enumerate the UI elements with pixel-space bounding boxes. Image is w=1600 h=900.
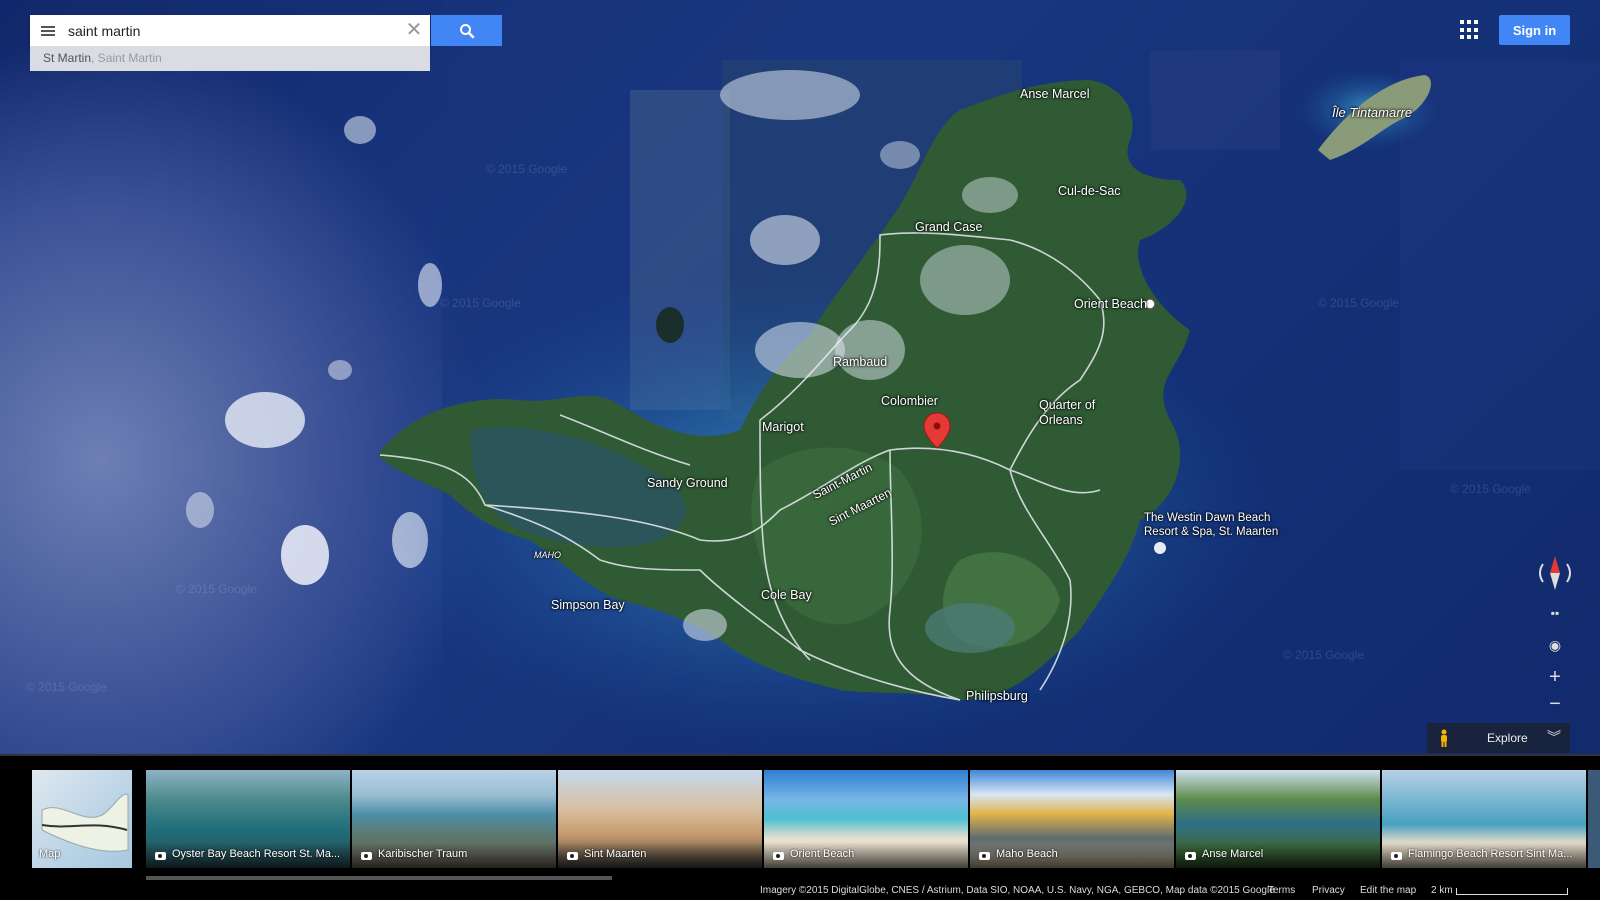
- filmstrip-label: Orient Beach: [790, 848, 855, 860]
- camera-icon: [155, 852, 166, 860]
- watermark: © 2015 Google: [1318, 296, 1399, 310]
- label-cole-bay[interactable]: Cole Bay: [761, 588, 812, 602]
- search-box: ✕: [30, 15, 430, 46]
- camera-icon: [773, 852, 784, 860]
- chevron-double-down-icon[interactable]: ︾: [1547, 727, 1561, 747]
- terms-link[interactable]: Terms: [1268, 885, 1295, 896]
- label-rambaud[interactable]: Rambaud: [833, 355, 887, 369]
- scale-label: 2 km: [1431, 885, 1453, 896]
- filmstrip-label: Map: [39, 848, 61, 860]
- filmstrip-label: Karibischer Traum: [378, 848, 468, 860]
- watermark: © 2015 Google: [26, 680, 107, 694]
- watermark: © 2015 Google: [1450, 482, 1531, 496]
- watermark: © 2015 Google: [176, 582, 257, 596]
- filmstrip-item-photo[interactable]: Karibischer Traum: [352, 770, 556, 868]
- label-simpson-bay[interactable]: Simpson Bay: [551, 598, 625, 612]
- filmstrip-item-photo[interactable]: [1588, 770, 1600, 868]
- apps-grid-icon[interactable]: [1460, 20, 1480, 40]
- watermark: © 2015 Google: [440, 296, 521, 310]
- label-cul-de-sac[interactable]: Cul-de-Sac: [1058, 184, 1121, 198]
- label-grand-case[interactable]: Grand Case: [915, 220, 982, 234]
- label-marigot[interactable]: Marigot: [762, 420, 804, 434]
- search-input[interactable]: [66, 16, 398, 45]
- footer: Imagery ©2015 DigitalGlobe, CNES / Astri…: [0, 882, 1600, 900]
- photo-filmstrip: Map Oyster Bay Beach Resort St. Ma... Ka…: [0, 754, 1600, 900]
- filmstrip-label: Oyster Bay Beach Resort St. Ma...: [172, 848, 341, 860]
- label-maho[interactable]: MAHO: [534, 550, 561, 560]
- filmstrip-scrollbar[interactable]: [146, 876, 612, 880]
- camera-icon: [1185, 852, 1196, 860]
- filmstrip-label: Sint Maarten: [584, 848, 647, 860]
- camera-icon: [979, 852, 990, 860]
- label-westin[interactable]: The Westin Dawn Beach Resort & Spa, St. …: [1144, 511, 1294, 539]
- label-quarter-of-orleans[interactable]: Quarter of Orleans: [1039, 398, 1109, 428]
- my-location-icon[interactable]: ◉: [1540, 632, 1570, 658]
- explore-bar[interactable]: Explore ︾: [1427, 723, 1570, 753]
- filmstrip-label: Maho Beach: [996, 848, 1058, 860]
- search-icon: [459, 23, 474, 38]
- zoom-out-button[interactable]: −: [1540, 692, 1570, 718]
- filmstrip-item-photo[interactable]: Sint Maarten: [558, 770, 762, 868]
- privacy-link[interactable]: Privacy: [1312, 885, 1345, 896]
- label-orient-beach[interactable]: Orient Beach: [1074, 297, 1147, 311]
- filmstrip-item-photo[interactable]: Flamingo Beach Resort Sint Ma...: [1382, 770, 1586, 868]
- filmstrip-label: Flamingo Beach Resort Sint Ma...: [1408, 848, 1573, 860]
- sign-in-button[interactable]: Sign in: [1499, 15, 1570, 45]
- layers-icon[interactable]: ▪▪: [1540, 600, 1570, 626]
- filmstrip-item-photo[interactable]: Maho Beach: [970, 770, 1174, 868]
- label-sandy-ground[interactable]: Sandy Ground: [647, 476, 728, 490]
- label-anse-marcel[interactable]: Anse Marcel: [1020, 87, 1089, 101]
- suggestion-main: St Martin: [43, 51, 92, 65]
- compass-icon[interactable]: [1535, 552, 1575, 592]
- suggestion-sub: , Saint Martin: [91, 51, 162, 65]
- zoom-in-button[interactable]: +: [1540, 664, 1570, 690]
- menu-icon[interactable]: [30, 29, 66, 32]
- filmstrip-item-map[interactable]: Map: [32, 770, 132, 868]
- filmstrip-item-photo[interactable]: Anse Marcel: [1176, 770, 1380, 868]
- watermark: © 2015 Google: [1283, 648, 1364, 662]
- imagery-attribution: Imagery ©2015 DigitalGlobe, CNES / Astri…: [760, 885, 1275, 896]
- pegman-icon[interactable]: [1439, 729, 1449, 747]
- scale-bar[interactable]: [1456, 888, 1568, 895]
- filmstrip-item-photo[interactable]: Oyster Bay Beach Resort St. Ma...: [146, 770, 350, 868]
- filmstrip-label: Anse Marcel: [1202, 848, 1264, 860]
- camera-icon: [361, 852, 372, 860]
- filmstrip-border: [0, 754, 1600, 756]
- camera-icon: [1391, 852, 1402, 860]
- clear-icon[interactable]: ✕: [398, 15, 430, 46]
- satellite-map[interactable]: Anse Marcel Île Tintamarre Cul-de-Sac Gr…: [0, 0, 1600, 754]
- search-suggestion[interactable]: St Martin, Saint Martin: [30, 46, 430, 71]
- label-ile-tintamarre[interactable]: Île Tintamarre: [1332, 105, 1412, 120]
- watermark: © 2015 Google: [486, 162, 567, 176]
- camera-icon: [567, 852, 578, 860]
- explore-label: Explore: [1487, 731, 1528, 745]
- filmstrip-item-photo[interactable]: Orient Beach: [764, 770, 968, 868]
- label-philipsburg[interactable]: Philipsburg: [966, 689, 1028, 703]
- label-colombier[interactable]: Colombier: [881, 394, 938, 408]
- search-button[interactable]: [431, 15, 502, 46]
- edit-map-link[interactable]: Edit the map: [1360, 885, 1416, 896]
